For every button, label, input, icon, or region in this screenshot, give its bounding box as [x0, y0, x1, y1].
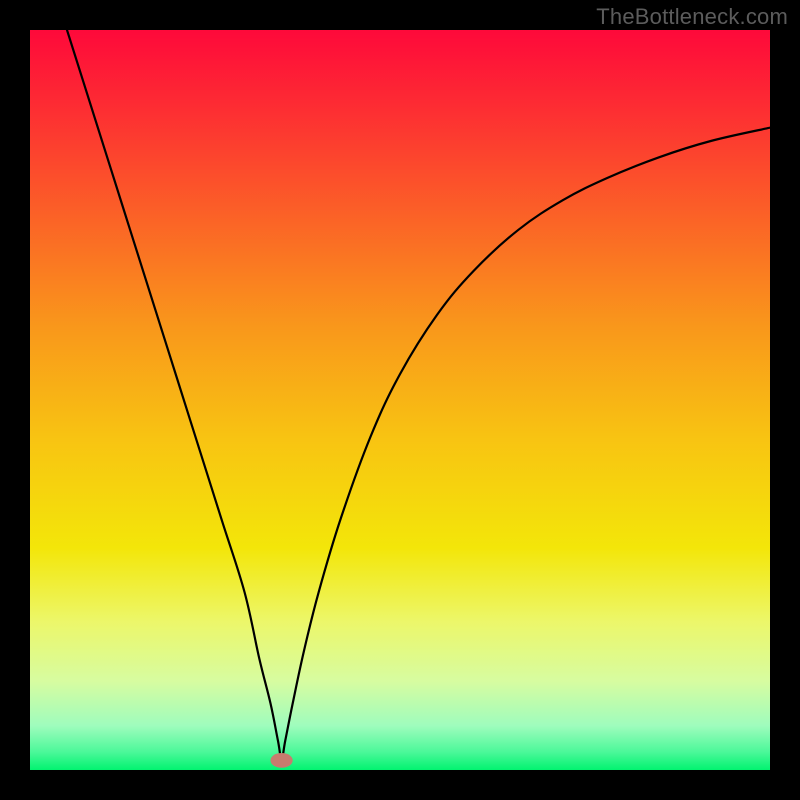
watermark-text: TheBottleneck.com: [596, 4, 788, 30]
chart-frame: TheBottleneck.com: [0, 0, 800, 800]
plot-area: [30, 30, 770, 770]
optimum-marker: [271, 753, 293, 768]
bottleneck-chart: [30, 30, 770, 770]
gradient-background: [30, 30, 770, 770]
